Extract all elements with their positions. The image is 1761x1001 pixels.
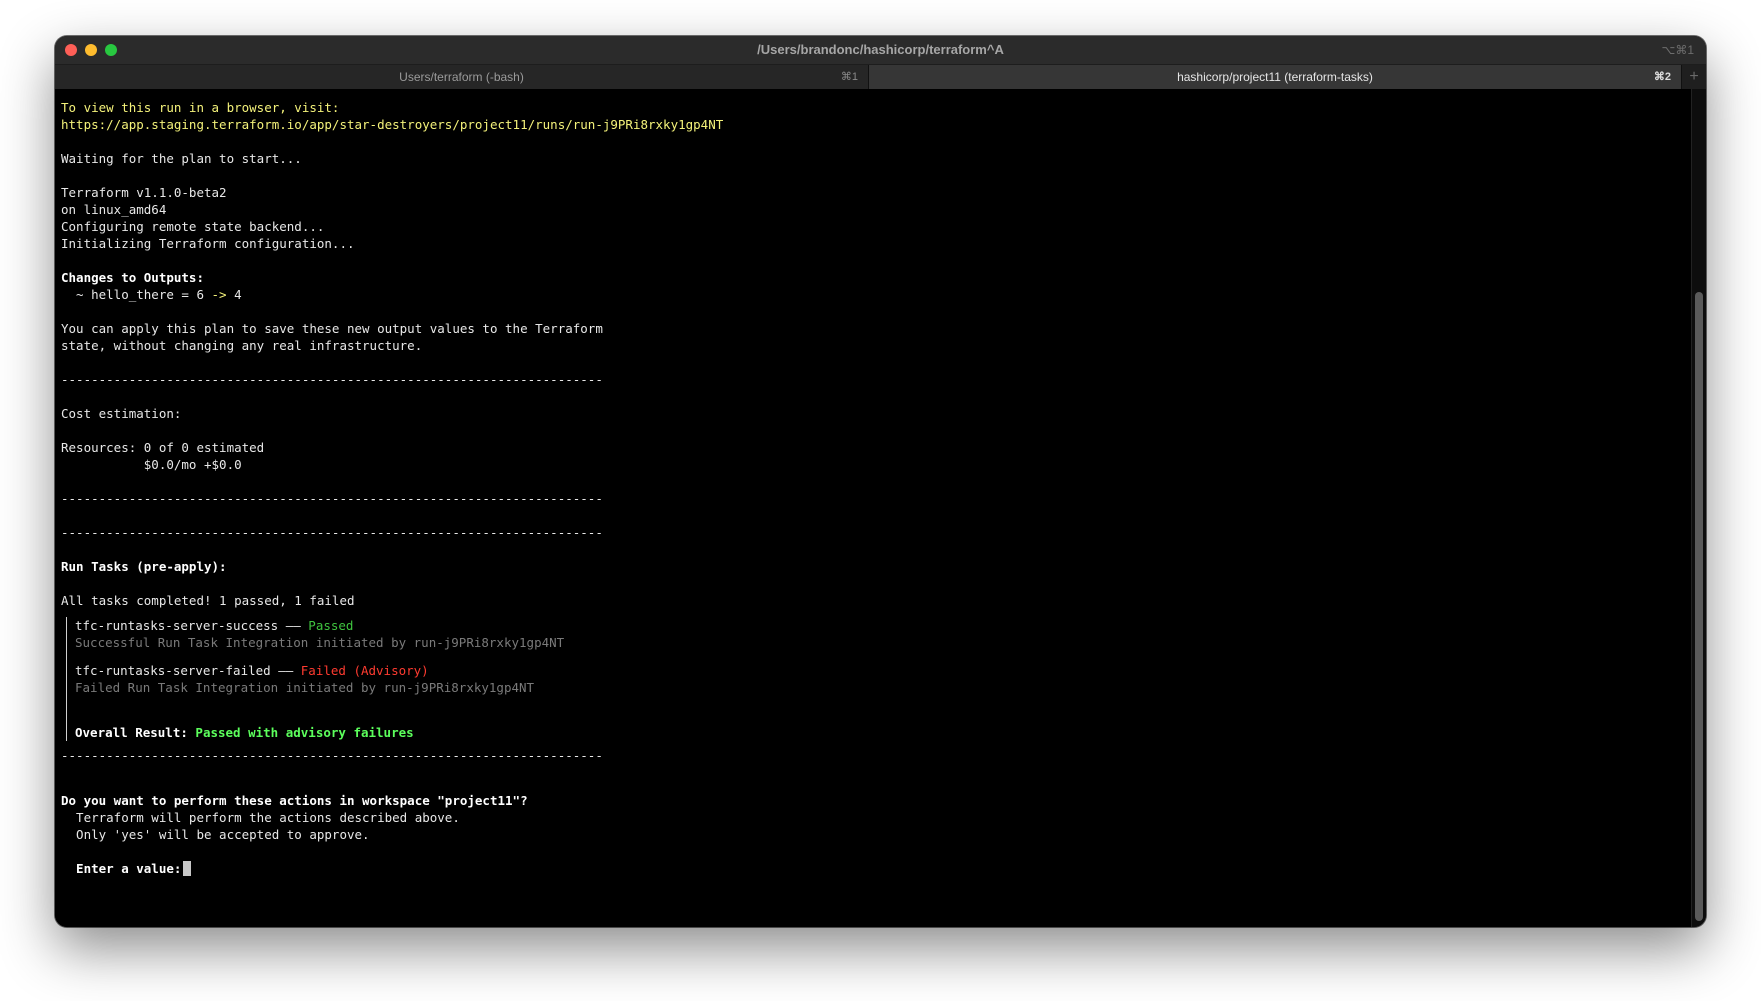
overall-result-line: Overall Result: Passed with advisory fai… (75, 724, 1692, 741)
browser-prompt-line: To view this run in a browser, visit: (61, 100, 340, 115)
change-arrow: -> (211, 287, 227, 302)
tab-shortcut: ⌘1 (840, 71, 858, 83)
tab-shortcut: ⌘2 (1653, 71, 1671, 83)
input-prompt: Enter a value: (61, 861, 182, 876)
tab-label: hashicorp/project11 (terraform-tasks) (1177, 70, 1373, 84)
task-detail-line: Failed Run Task Integration initiated by… (75, 680, 535, 695)
waiting-line: Waiting for the plan to start... (61, 151, 302, 166)
changes-header: Changes to Outputs: (61, 270, 204, 285)
terraform-version-line: Terraform v1.1.0-beta2 (61, 185, 227, 200)
apply-note-line: You can apply this plan to save these ne… (61, 321, 603, 336)
title-bar[interactable]: /Users/brandonc/hashicorp/terraform^A ⌥⌘… (55, 36, 1706, 65)
run-tasks-header: Run Tasks (pre-apply): (61, 559, 227, 574)
input-line[interactable]: Enter a value: (61, 860, 1692, 877)
task-detail-line: Successful Run Task Integration initiate… (75, 635, 565, 650)
scrollbar[interactable] (1691, 89, 1706, 927)
change-suffix: 4 (226, 287, 242, 302)
text-cursor[interactable] (183, 861, 192, 876)
tasks-summary-line: All tasks completed! 1 passed, 1 failed (61, 593, 355, 608)
tab-users-terraform[interactable]: Users/terraform (-bash) ⌘1 (55, 65, 869, 89)
tab-label: Users/terraform (-bash) (399, 70, 524, 84)
task-status-passed: Passed (300, 618, 354, 633)
task-status-failed: Failed (Advisory) (293, 663, 429, 678)
overall-result-value: Passed with advisory failures (187, 725, 414, 740)
terminal-window: /Users/brandonc/hashicorp/terraform^A ⌥⌘… (55, 36, 1706, 927)
separator-line: ----------------------------------------… (61, 491, 603, 506)
confirm-detail-line: Terraform will perform the actions descr… (61, 810, 460, 825)
terminal-output[interactable]: To view this run in a browser, visit: ht… (55, 89, 1692, 927)
apply-note-line: state, without changing any real infrast… (61, 338, 423, 353)
window-shortcut: ⌥⌘1 (1661, 43, 1694, 57)
confirm-question: Do you want to perform these actions in … (61, 793, 528, 808)
separator-line: ----------------------------------------… (61, 748, 603, 763)
cost-line: $0.0/mo +$0.0 (61, 457, 242, 472)
confirm-detail-line: Only 'yes' will be accepted to approve. (61, 827, 370, 842)
platform-line: on linux_amd64 (61, 202, 167, 217)
task-failed-line: tfc-runtasks-server-failed —— Failed (Ad… (75, 662, 1692, 679)
separator-line: ----------------------------------------… (61, 372, 603, 387)
run-url-link[interactable]: https://app.staging.terraform.io/app/sta… (61, 116, 1692, 133)
window-title: /Users/brandonc/hashicorp/terraform^A (757, 42, 1004, 57)
run-tasks-box: tfc-runtasks-server-success —— Passed Su… (66, 617, 1692, 741)
initializing-line: Initializing Terraform configuration... (61, 236, 355, 251)
configuring-line: Configuring remote state backend... (61, 219, 325, 234)
tab-project11[interactable]: hashicorp/project11 (terraform-tasks) ⌘2 (869, 65, 1681, 89)
output-change-line: ~ hello_there = 6 -> 4 (61, 286, 1692, 303)
overall-result-label: Overall Result: (75, 725, 188, 740)
change-prefix: ~ hello_there = 6 (61, 287, 212, 302)
separator-line: ----------------------------------------… (61, 525, 603, 540)
task-name: tfc-runtasks-server-success —— (75, 618, 301, 633)
cost-estimation-header: Cost estimation: (61, 406, 182, 421)
new-tab-plus-icon[interactable]: + (1681, 65, 1706, 89)
task-success-line: tfc-runtasks-server-success —— Passed (75, 617, 1692, 634)
task-name: tfc-runtasks-server-failed —— (75, 663, 294, 678)
tab-bar: Users/terraform (-bash) ⌘1 hashicorp/pro… (55, 65, 1706, 89)
resources-line: Resources: 0 of 0 estimated (61, 440, 265, 455)
scrollbar-thumb[interactable] (1695, 292, 1703, 921)
